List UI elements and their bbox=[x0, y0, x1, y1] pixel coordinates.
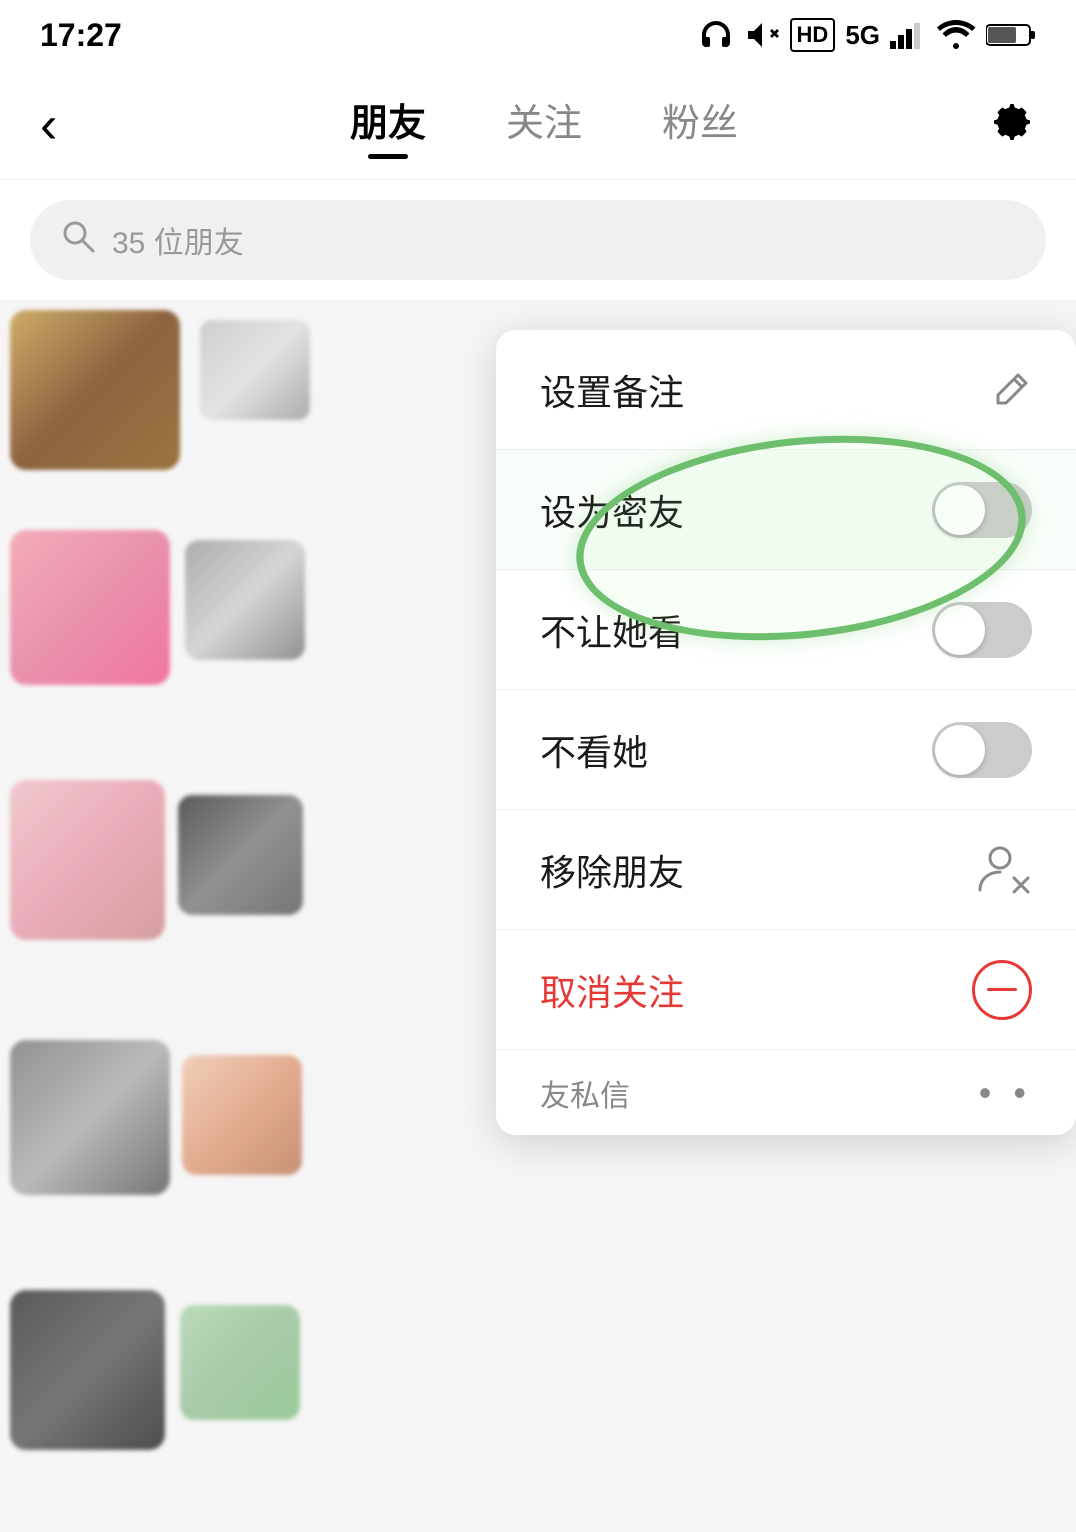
menu-item-partial[interactable]: 友私信 • • bbox=[496, 1050, 1076, 1135]
avatar-blob-5 bbox=[10, 780, 165, 940]
nav-bar: ‹ 朋友 关注 粉丝 bbox=[0, 70, 1076, 180]
remove-friend-icon bbox=[976, 842, 1032, 898]
avatar-blob-2 bbox=[200, 320, 310, 420]
avatar-blob-6 bbox=[178, 795, 303, 915]
menu-item-remove-friend[interactable]: 移除朋友 bbox=[496, 810, 1076, 930]
back-button[interactable]: ‹ bbox=[40, 95, 100, 155]
search-section: 35 位朋友 bbox=[0, 180, 1076, 300]
5g-label: 5G bbox=[845, 20, 880, 51]
three-dots-icon: • • bbox=[979, 1072, 1032, 1114]
mute-icon bbox=[744, 17, 780, 53]
menu-item-set-remark[interactable]: 设置备注 bbox=[496, 330, 1076, 450]
main-content: 设置备注 设为密友 不让她看 不看她 移除朋友 bbox=[0, 300, 1076, 1532]
tab-following[interactable]: 关注 bbox=[506, 92, 582, 157]
menu-item-remove-friend-label: 移除朋友 bbox=[540, 844, 684, 896]
search-bar[interactable]: 35 位朋友 bbox=[30, 200, 1046, 280]
menu-item-set-remark-label: 设置备注 bbox=[540, 364, 684, 416]
menu-item-close-friend-label: 设为密友 bbox=[540, 484, 684, 536]
menu-item-close-friend[interactable]: 设为密友 bbox=[496, 450, 1076, 570]
partial-item-label: 友私信 bbox=[540, 1071, 630, 1115]
signal-icon bbox=[890, 21, 926, 49]
search-icon bbox=[60, 218, 96, 262]
hide-her-toggle[interactable] bbox=[932, 722, 1032, 778]
menu-item-hide-from-her[interactable]: 不让她看 bbox=[496, 570, 1076, 690]
menu-item-hide-her-label: 不看她 bbox=[540, 724, 648, 776]
avatar-blob-4 bbox=[185, 540, 305, 660]
menu-item-unfollow-label: 取消关注 bbox=[540, 964, 684, 1016]
status-icons: HD 5G bbox=[698, 17, 1036, 53]
menu-item-hide-from-her-label: 不让她看 bbox=[540, 604, 684, 656]
pencil-icon bbox=[990, 369, 1032, 411]
hide-from-her-toggle[interactable] bbox=[932, 602, 1032, 658]
wifi-icon bbox=[936, 19, 976, 51]
status-time: 17:27 bbox=[40, 17, 122, 54]
hd-badge: HD bbox=[790, 18, 836, 52]
menu-item-hide-her[interactable]: 不看她 bbox=[496, 690, 1076, 810]
context-menu: 设置备注 设为密友 不让她看 不看她 移除朋友 bbox=[496, 330, 1076, 1135]
avatar-blob-7 bbox=[10, 1040, 170, 1195]
menu-item-unfollow[interactable]: 取消关注 bbox=[496, 930, 1076, 1050]
settings-button[interactable] bbox=[988, 98, 1036, 151]
avatar-blob-10 bbox=[180, 1305, 300, 1420]
avatar-blob-8 bbox=[182, 1055, 302, 1175]
nav-tabs: 朋友 关注 粉丝 bbox=[100, 92, 988, 157]
minus-line bbox=[987, 988, 1017, 991]
avatar-blob-1 bbox=[10, 310, 180, 470]
headphone-icon bbox=[698, 17, 734, 53]
tab-followers[interactable]: 粉丝 bbox=[662, 92, 738, 157]
avatar-blob-9 bbox=[10, 1290, 165, 1450]
close-friend-toggle[interactable] bbox=[932, 482, 1032, 538]
avatar-blob-3 bbox=[10, 530, 170, 685]
status-bar: 17:27 HD 5G bbox=[0, 0, 1076, 70]
battery-icon bbox=[986, 22, 1036, 48]
search-placeholder: 35 位朋友 bbox=[112, 218, 244, 262]
minus-circle-icon bbox=[972, 960, 1032, 1020]
tab-friends[interactable]: 朋友 bbox=[350, 92, 426, 157]
